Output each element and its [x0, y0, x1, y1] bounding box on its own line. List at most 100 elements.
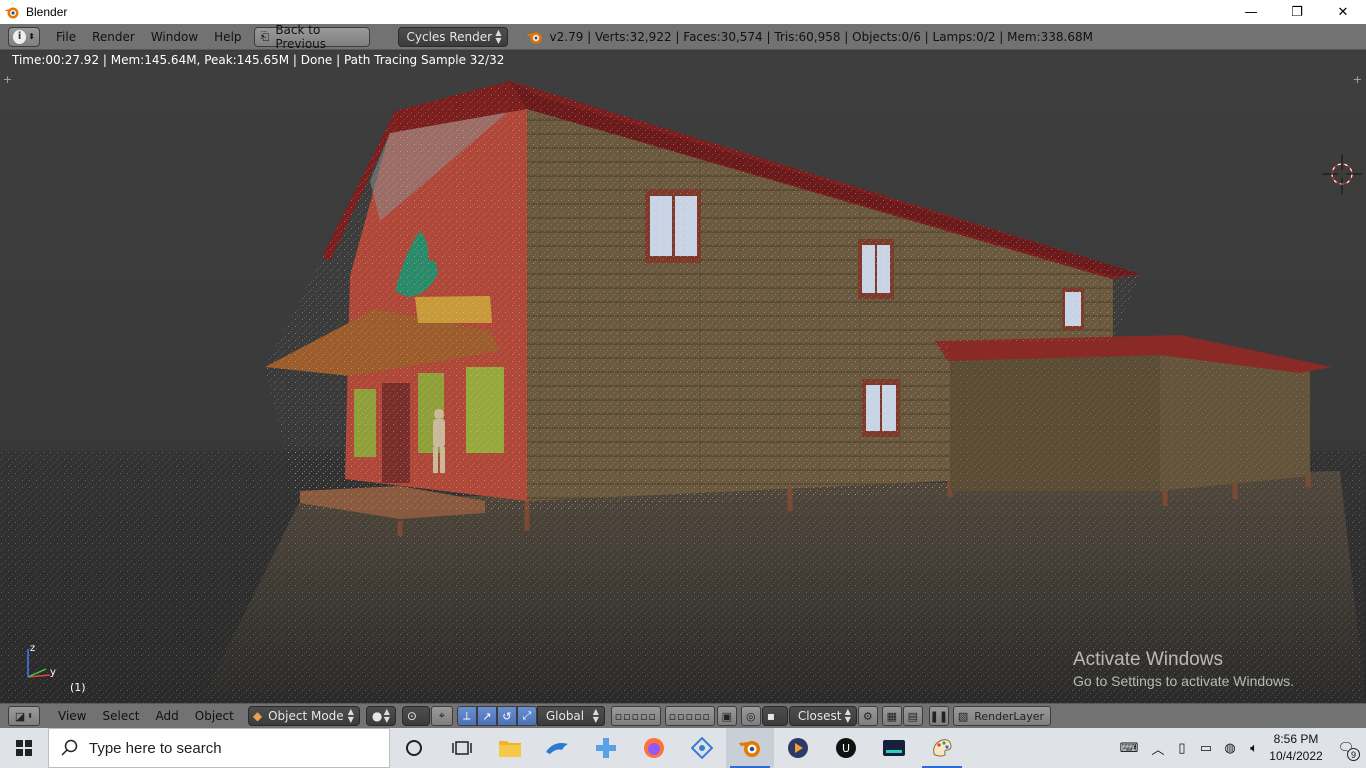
task-view-icon: [452, 741, 472, 755]
frame-number: (1): [70, 681, 86, 694]
layers-grid-1[interactable]: ▫▫▫▫▫: [610, 706, 661, 726]
taskbar-clock[interactable]: 8:56 PM 10/4/2022: [1266, 731, 1326, 765]
back-to-previous-button[interactable]: ⎗ Back to Previous: [253, 23, 370, 51]
camera-icon: ▦: [886, 709, 898, 723]
pivot-point-dropdown[interactable]: ⊙: [401, 706, 430, 726]
layer-grid-icon: ▫▫▫▫▫: [668, 709, 711, 723]
activate-windows-watermark: Activate Windows Go to Settings to activ…: [1073, 649, 1294, 689]
taskbar-app-editor[interactable]: [870, 728, 918, 768]
battery-icon[interactable]: ▭: [1194, 728, 1218, 768]
chevron-updown-icon: ▲ ▼: [383, 707, 390, 724]
maximize-button[interactable]: ❐: [1274, 0, 1320, 24]
scale-icon: ⤢: [522, 709, 532, 722]
menu-object[interactable]: Object: [187, 709, 242, 723]
blender-logo-icon: [5, 7, 19, 19]
render-engine-dropdown[interactable]: Cycles Render ▲ ▼: [397, 26, 508, 47]
snap-options-icon: ⚙: [862, 709, 873, 723]
folder-icon: [499, 741, 521, 757]
pause-render-button[interactable]: ❚❚: [928, 706, 949, 726]
menu-help[interactable]: Help: [206, 30, 249, 44]
taskbar-app-game[interactable]: [582, 728, 630, 768]
proportional-icon: ◎: [746, 709, 756, 723]
mode-dropdown[interactable]: ◆ Object Mode ▲ ▼: [247, 706, 360, 726]
chevron-updown-icon: ▲ ▼: [347, 707, 354, 724]
search-placeholder: Type here to search: [89, 739, 222, 757]
menu-window[interactable]: Window: [143, 30, 206, 44]
editor-type-button[interactable]: i ⬍: [8, 26, 40, 47]
system-tray: ⌨ ︿ ▯ ▭ ◍ 🔈︎ 8:56 PM 10/4/2022 🗨︎ 9: [1112, 728, 1366, 768]
close-button[interactable]: ✕: [1320, 0, 1366, 24]
scale-manipulator-button[interactable]: ⤢: [516, 706, 537, 726]
chevron-updown-icon: ▲ ▼: [844, 707, 851, 724]
3d-viewport[interactable]: Time:00:27.92 | Mem:145.64M, Peak:145.65…: [0, 51, 1366, 703]
snap-element-dropdown[interactable]: ▪: [761, 706, 788, 726]
move-manipulator-button[interactable]: ↗: [476, 706, 497, 726]
taskbar-app-firefox[interactable]: [630, 728, 678, 768]
render-animation-button[interactable]: ▤: [902, 706, 923, 726]
rendered-scene: y z: [0, 81, 1366, 703]
svg-text:U: U: [842, 742, 850, 755]
windows-logo-icon: [16, 740, 32, 756]
taskbar-app-media[interactable]: [774, 728, 822, 768]
task-view-button[interactable]: [438, 728, 486, 768]
taskbar-search[interactable]: Type here to search: [48, 728, 390, 768]
network-app-icon: [691, 737, 713, 759]
viewport-shading-dropdown[interactable]: ● ▲ ▼: [365, 706, 396, 726]
globe-icon[interactable]: ◍: [1218, 728, 1242, 768]
orientation-dropdown[interactable]: Global ▲ ▼: [536, 706, 605, 726]
clapper-icon: ▤: [907, 709, 919, 723]
taskbar-app-file-explorer[interactable]: [486, 728, 534, 768]
manipulator-icon: ⌖: [438, 709, 445, 722]
taskbar-app-dolphin[interactable]: [534, 728, 582, 768]
taskbar-app-blender[interactable]: [726, 728, 774, 768]
info-icon: i: [13, 29, 27, 44]
axis-label-z: z: [30, 643, 35, 654]
cortana-button[interactable]: [390, 728, 438, 768]
rotate-manipulator-button[interactable]: ↺: [496, 706, 517, 726]
chevron-up-icon[interactable]: ︿: [1146, 728, 1170, 768]
volume-icon[interactable]: 🔈︎: [1242, 728, 1266, 768]
cross-game-icon: [596, 738, 616, 758]
start-button[interactable]: [0, 728, 48, 768]
taskbar-app-network[interactable]: [678, 728, 726, 768]
axis-label-y: y: [50, 667, 56, 678]
layer-grid-icon: ▫▫▫▫▫: [614, 709, 657, 723]
info-header: i ⬍ File Render Window Help ⎗ Back to Pr…: [0, 23, 1366, 51]
translate-manipulator-button[interactable]: ⟂: [456, 706, 477, 726]
render-shading-icon: ●: [371, 709, 383, 723]
device-icon[interactable]: ▯: [1170, 728, 1194, 768]
blender-logo-icon: [526, 32, 542, 43]
chevron-updown-icon: ⬍: [28, 32, 35, 41]
taskbar-app-unreal[interactable]: U: [822, 728, 870, 768]
arrow-icon: ↗: [482, 709, 492, 723]
layer-lock-button[interactable]: ▣: [716, 706, 737, 726]
editor-type-button[interactable]: ◪ ⬍: [8, 706, 40, 726]
snap-options-button[interactable]: ⚙: [857, 706, 878, 726]
blender-logo-icon: [739, 741, 760, 757]
notification-count: 9: [1347, 748, 1360, 761]
proportional-edit-button[interactable]: ◎: [740, 706, 761, 726]
paint-icon: [933, 739, 952, 757]
render-opengl-button[interactable]: ▦: [881, 706, 902, 726]
object-mode-icon: ◆: [252, 709, 263, 723]
notification-button[interactable]: 🗨︎ 9: [1326, 728, 1366, 768]
taskbar-app-paint[interactable]: [918, 728, 966, 768]
manipulator-toggle[interactable]: ⌖: [430, 706, 453, 726]
menu-file[interactable]: File: [48, 30, 84, 44]
3d-view-header: ◪ ⬍ View Select Add Object ◆ Object Mode …: [0, 703, 1366, 728]
menu-select[interactable]: Select: [94, 709, 147, 723]
3d-cursor-icon[interactable]: [1322, 154, 1362, 194]
window-title: Blender: [26, 5, 68, 19]
menu-view[interactable]: View: [50, 709, 94, 723]
minimize-button[interactable]: —: [1228, 0, 1274, 24]
menu-add[interactable]: Add: [148, 709, 187, 723]
render-layer-field[interactable]: ▧ RenderLayer: [952, 706, 1051, 726]
window-titlebar: Blender — ❐ ✕: [0, 0, 1366, 24]
snap-target-dropdown[interactable]: Closest ▲ ▼: [788, 706, 857, 726]
firefox-icon: [644, 738, 664, 758]
render-status-text: Time:00:27.92 | Mem:145.64M, Peak:145.65…: [12, 53, 505, 67]
layers-grid-2[interactable]: ▫▫▫▫▫: [664, 706, 715, 726]
media-player-icon: [788, 738, 808, 758]
menu-render[interactable]: Render: [84, 30, 143, 44]
keyboard-icon[interactable]: ⌨: [1112, 728, 1146, 768]
